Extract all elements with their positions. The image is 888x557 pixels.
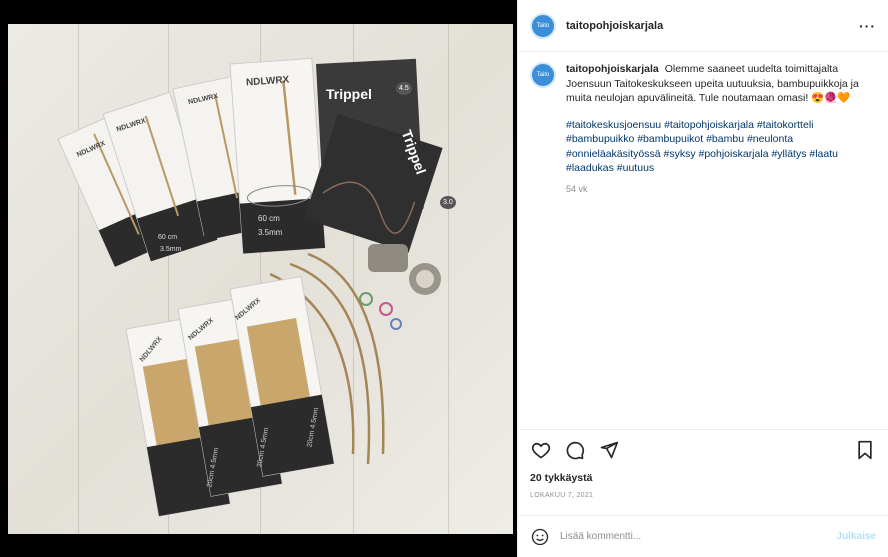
post-photo: NDLWRX NDLWRX NDLWRX NDLWRX 60 cm 3.5mm … — [8, 24, 513, 534]
length-label: 60 cm — [258, 214, 280, 223]
avatar[interactable]: Taito — [530, 12, 556, 39]
post-media[interactable]: NDLWRX NDLWRX NDLWRX NDLWRX 60 cm 3.5mm … — [0, 0, 517, 557]
heart-icon[interactable] — [530, 439, 552, 461]
caption-username[interactable]: taitopohjoiskarjala — [566, 63, 659, 75]
comment-input[interactable] — [560, 531, 837, 542]
size-badge: 3.0 — [440, 196, 456, 209]
post-side-panel: Taito taitopohjoiskarjala ··· Taito tait… — [517, 0, 888, 557]
post-comment-button[interactable]: Julkaise — [837, 531, 876, 542]
comment-bar: Julkaise — [518, 515, 888, 557]
size-badge: 4.5 — [396, 82, 412, 95]
thickness-label: 3.5mm — [258, 228, 283, 237]
action-bar — [518, 430, 888, 470]
post-header: Taito taitopohjoiskarjala ··· — [518, 0, 888, 52]
post-age: 54 vk — [566, 183, 588, 194]
caption: taitopohjoiskarjala Olemme saaneet uudel… — [566, 62, 876, 106]
comment-icon[interactable] — [564, 439, 586, 461]
avatar[interactable]: Taito — [530, 62, 556, 88]
trippel-label: Trippel — [326, 86, 372, 102]
length-label: 60 cm — [158, 234, 178, 241]
emoji-icon[interactable] — [530, 527, 550, 547]
caption-block: taitopohjoiskarjala Olemme saaneet uudel… — [556, 62, 876, 196]
username[interactable]: taitopohjoiskarjala — [566, 20, 663, 32]
more-horizontal-icon[interactable]: ··· — [859, 18, 876, 34]
thickness-label: 3.5mm — [160, 246, 182, 253]
post-date: LOKAKUU 7, 2021 — [530, 492, 594, 499]
send-icon[interactable] — [598, 439, 620, 461]
likes-count[interactable]: 20 tykkäystä — [518, 472, 888, 484]
hashtags[interactable]: #taitokeskusjoensuu #taitopohjoiskarjala… — [566, 118, 876, 176]
bookmark-icon[interactable] — [854, 439, 876, 461]
caption-section: Taito taitopohjoiskarjala Olemme saaneet… — [518, 52, 888, 430]
